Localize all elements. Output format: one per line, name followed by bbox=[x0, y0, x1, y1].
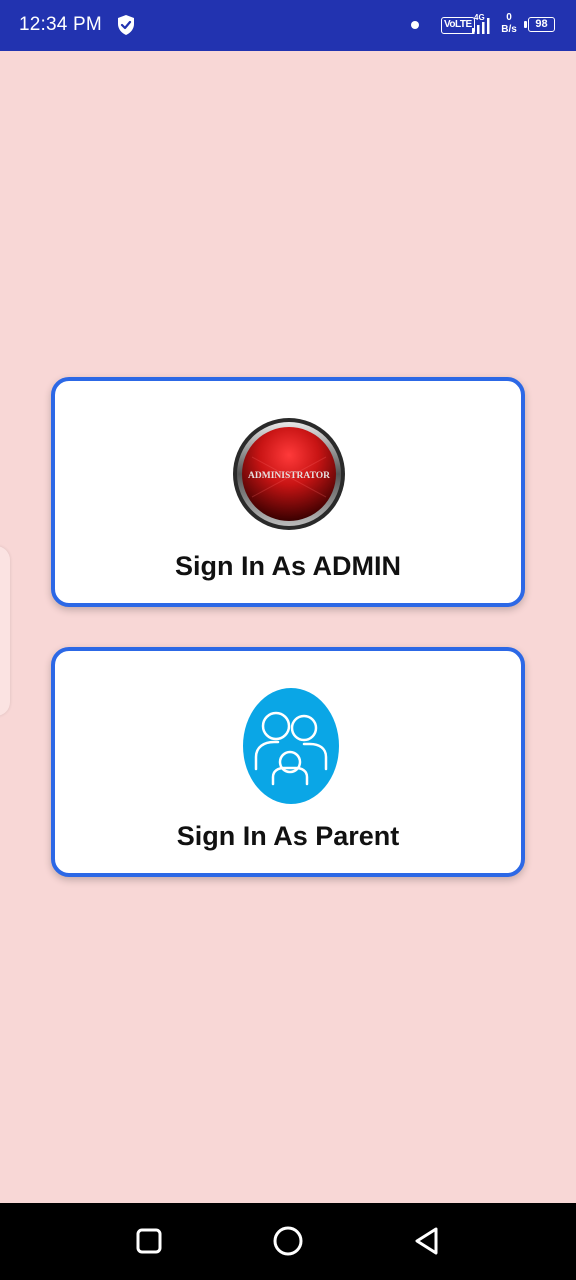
home-icon[interactable] bbox=[270, 1223, 306, 1259]
battery-level: 98 bbox=[528, 17, 555, 32]
sign-in-admin-card[interactable]: ADMINISTRATOR Sign In As ADMIN bbox=[51, 377, 525, 607]
battery-icon: 98 bbox=[524, 16, 556, 34]
shield-check-icon bbox=[118, 15, 134, 35]
edge-panel-handle[interactable] bbox=[0, 546, 10, 716]
administrator-icon-text: ADMINISTRATOR bbox=[248, 471, 330, 481]
navigation-bar bbox=[0, 1203, 576, 1280]
net-speed-unit: B/s bbox=[501, 24, 517, 35]
status-time: 12:34 PM bbox=[19, 14, 102, 35]
recent-apps-icon[interactable] bbox=[131, 1223, 167, 1259]
status-bar: 12:34 PM VoLTE 4G 0 B/s 98 bbox=[0, 0, 576, 51]
net-speed-value: 0 bbox=[506, 12, 512, 23]
sign-in-parent-label: Sign In As Parent bbox=[176, 821, 400, 851]
administrator-button-icon: ADMINISTRATOR bbox=[233, 418, 345, 530]
network-type-label: 4G bbox=[474, 13, 485, 22]
signal-icon: 4G bbox=[472, 13, 490, 34]
back-icon[interactable] bbox=[409, 1223, 445, 1259]
net-speed: 0 B/s bbox=[498, 12, 520, 36]
notification-dot-icon bbox=[411, 21, 419, 29]
sign-in-parent-card[interactable]: Sign In As Parent bbox=[51, 647, 525, 877]
family-icon bbox=[243, 688, 339, 804]
sign-in-admin-label: Sign In As ADMIN bbox=[175, 551, 401, 581]
